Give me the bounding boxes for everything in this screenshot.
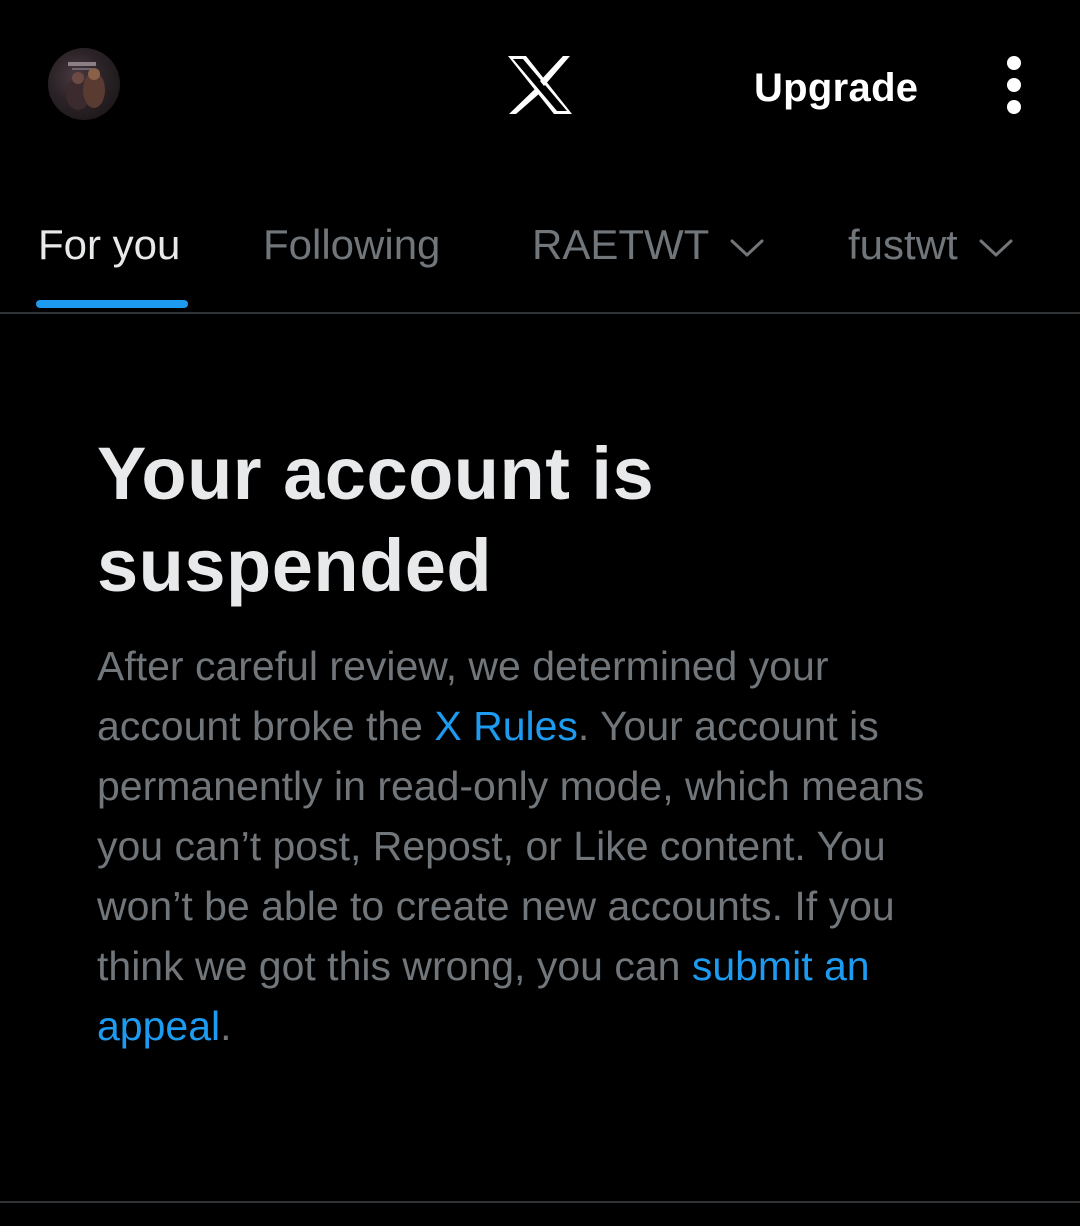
notice-title: Your account is suspended: [97, 432, 655, 607]
timeline-tabs: For you Following RAETWT fustwt: [0, 170, 1080, 314]
more-vertical-icon[interactable]: [994, 52, 1034, 118]
tab-label: RAETWT: [532, 221, 710, 268]
tab-fustwt[interactable]: fustwt: [848, 220, 1014, 270]
tab-following[interactable]: Following: [263, 220, 440, 270]
avatar-image: [66, 62, 105, 110]
suspension-notice: Your account is suspended After careful …: [97, 428, 957, 1056]
tab-label: For you: [38, 221, 181, 268]
divider: [0, 1201, 1080, 1203]
notice-text: .: [220, 1003, 232, 1049]
profile-avatar[interactable]: [48, 48, 120, 120]
tab-label: Following: [263, 221, 441, 268]
tab-label: fustwt: [848, 221, 958, 268]
active-tab-indicator: [36, 300, 188, 308]
tab-raetwt[interactable]: RAETWT: [532, 220, 765, 270]
x-rules-link[interactable]: X Rules: [434, 703, 578, 749]
notice-body: After careful review, we determined your…: [97, 636, 957, 1056]
chevron-down-icon: [730, 239, 764, 257]
chevron-down-icon: [979, 239, 1013, 257]
x-logo-icon[interactable]: [506, 54, 574, 116]
top-bar: Upgrade: [0, 0, 1080, 170]
upgrade-button[interactable]: Upgrade: [748, 60, 924, 116]
tab-for-you[interactable]: For you: [38, 220, 180, 270]
